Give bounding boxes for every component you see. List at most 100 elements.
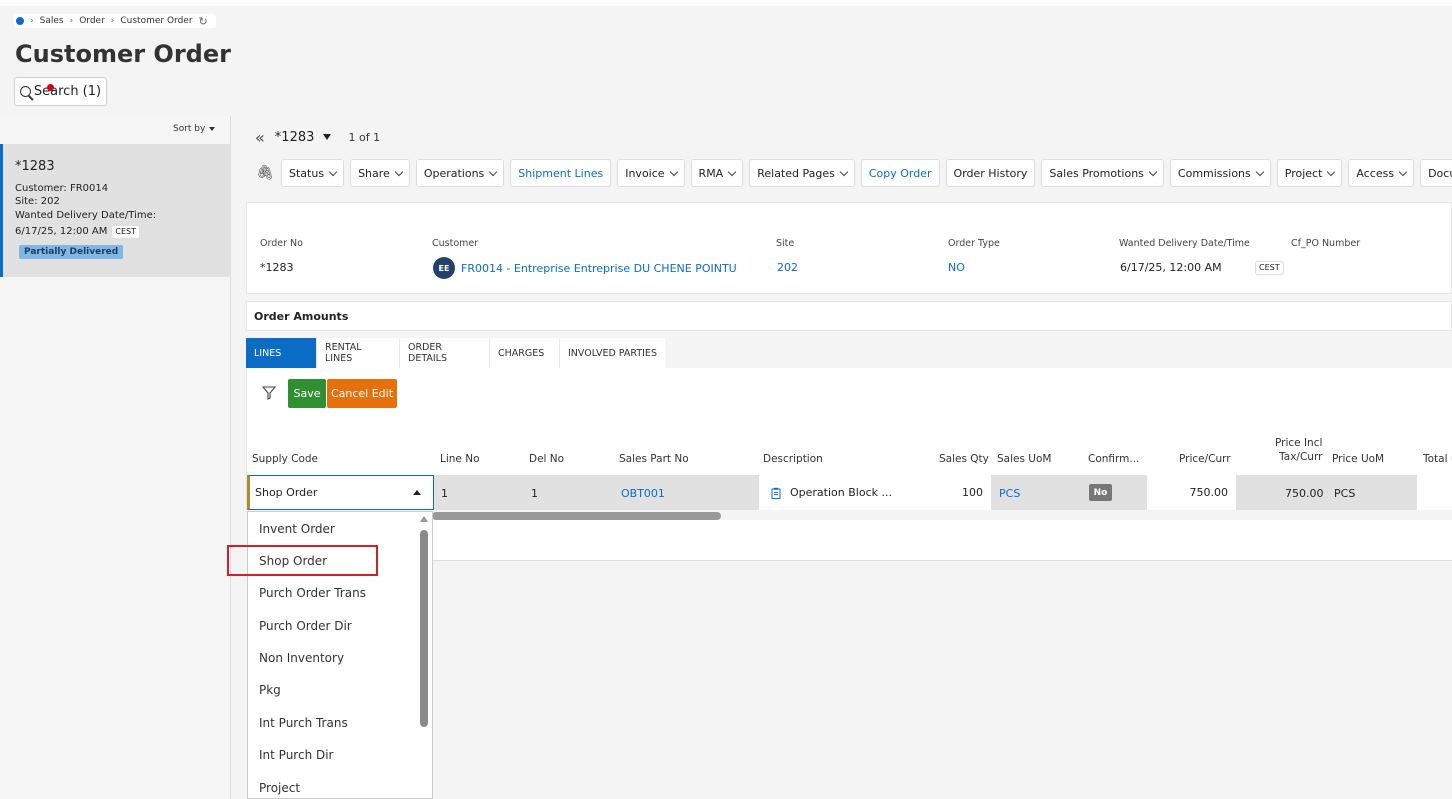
search-button[interactable]: Search (1) xyxy=(14,77,107,106)
toolbar-button-shipment-lines[interactable]: Shipment Lines xyxy=(510,159,612,187)
description-value: Operation Block ... xyxy=(790,486,892,499)
tab-order-details[interactable]: ORDER DETAILS xyxy=(400,338,490,368)
horizontal-scrollbar[interactable] xyxy=(432,512,721,520)
del-no-cell: 1 xyxy=(531,487,538,500)
column-header-total[interactable]: Total ( xyxy=(1423,453,1452,465)
dropdown-scrollbar[interactable] xyxy=(420,530,428,727)
tab-lines[interactable]: LINES xyxy=(246,338,317,368)
top-strip xyxy=(0,0,1452,6)
tab-charges[interactable]: CHARGES xyxy=(490,338,560,368)
order-no-label: Order No xyxy=(260,238,303,249)
refresh-icon[interactable]: ↻ xyxy=(199,15,208,28)
order-type-label: Order Type xyxy=(948,238,1000,249)
toolbar-button-label: Project xyxy=(1284,166,1323,180)
save-button[interactable]: Save xyxy=(288,379,326,408)
column-header-sales-part-no[interactable]: Sales Part No xyxy=(619,453,689,465)
dropdown-option-project[interactable]: Project xyxy=(259,781,300,795)
customer-link[interactable]: FR0014 - Entreprise Entreprise DU CHENE … xyxy=(461,262,737,275)
column-header-confirmed[interactable]: Confirm... xyxy=(1088,453,1139,465)
command-toolbar: 🖇 Status Share Operations Shipment Lines Inv… xyxy=(255,159,1452,187)
toolbar-button-label: Access xyxy=(1356,166,1395,180)
order-header-card xyxy=(246,202,1452,294)
toolbar-button-copy-order[interactable]: Copy Order xyxy=(860,159,940,187)
toolbar-button-label: Copy Order xyxy=(868,166,932,180)
caret-up-icon[interactable] xyxy=(413,490,421,495)
order-amounts-section[interactable]: Order Amounts xyxy=(246,301,1452,331)
description-cell[interactable]: Operation Block ... xyxy=(758,475,901,510)
toolbar-button-share[interactable]: Share xyxy=(350,159,410,187)
scroll-up-icon[interactable] xyxy=(420,516,428,522)
breadcrumb-item-customer-order: Customer Order xyxy=(120,16,193,26)
tab-involved-parties[interactable]: INVOLVED PARTIES xyxy=(560,338,665,368)
toolbar-button-label: Related Pages xyxy=(757,166,835,180)
toolbar-button-status[interactable]: Status xyxy=(281,159,345,187)
dropdown-option-int-purch-dir[interactable]: Int Purch Dir xyxy=(259,748,334,762)
dropdown-option-int-purch-trans[interactable]: Int Purch Trans xyxy=(259,716,348,730)
active-filter-indicator xyxy=(47,84,54,91)
customer-label: Customer xyxy=(432,238,479,249)
supply-code-value: Shop Order xyxy=(255,486,318,499)
chevron-right-icon: › xyxy=(69,16,74,26)
site-link[interactable]: 202 xyxy=(777,261,798,274)
dropdown-option-non-inventory[interactable]: Non Inventory xyxy=(259,651,344,665)
supply-code-select[interactable]: Shop Order xyxy=(247,475,434,510)
chevron-down-icon xyxy=(1255,167,1265,176)
toolbar-button-order-history[interactable]: Order History xyxy=(945,159,1036,187)
caret-down-icon xyxy=(209,127,216,131)
dropdown-option-pkg[interactable]: Pkg xyxy=(259,683,281,697)
tab-bar: LINES RENTAL LINES ORDER DETAILS CHARGES… xyxy=(246,338,1452,368)
sales-qty-cell[interactable]: 100 xyxy=(901,475,991,510)
toolbar-button-label: Status xyxy=(289,166,325,180)
tab-rental-lines[interactable]: RENTAL LINES xyxy=(317,338,400,368)
toolbar-button-invoice[interactable]: Invoice xyxy=(617,159,685,187)
delivery-value: 6/17/25, 12:00 AM xyxy=(1120,261,1222,274)
column-header-price-uom[interactable]: Price UoM xyxy=(1332,453,1384,465)
breadcrumb-item-sales[interactable]: Sales xyxy=(40,16,64,26)
column-header-sales-qty[interactable]: Sales Qty xyxy=(939,453,989,465)
column-header-supply-code[interactable]: Supply Code xyxy=(252,453,318,465)
chevron-down-icon xyxy=(727,167,737,176)
record-selector[interactable]: *1283 xyxy=(275,130,331,145)
customer-field: EE FR0014 - Entreprise Entreprise DU CHE… xyxy=(433,257,737,279)
price-curr-cell[interactable]: 750.00 xyxy=(1147,475,1236,510)
column-header-price-curr[interactable]: Price/Curr xyxy=(1179,453,1231,465)
toolbar-button-project[interactable]: Project xyxy=(1276,159,1343,187)
column-header-line-no[interactable]: Line No xyxy=(440,453,480,465)
toolbar-button-docume[interactable]: Docume xyxy=(1420,159,1452,187)
cancel-edit-button[interactable]: Cancel Edit xyxy=(327,379,397,408)
dropdown-option-purch-order-trans[interactable]: Purch Order Trans xyxy=(259,586,366,600)
column-header-price-incl-tax[interactable]: Price Incl Tax/Curr xyxy=(1275,437,1322,463)
sort-by-button[interactable]: Sort by xyxy=(173,124,216,134)
toolbar-button-rma[interactable]: RMA xyxy=(690,159,744,187)
toolbar-button-related-pages[interactable]: Related Pages xyxy=(749,159,855,187)
chevron-down-icon xyxy=(394,167,404,176)
dropdown-option-purch-order-dir[interactable]: Purch Order Dir xyxy=(259,619,352,633)
collapse-panel-icon[interactable]: « xyxy=(255,128,265,147)
page-title: Customer Order xyxy=(15,40,231,68)
record-card-delivery-value: 6/17/25, 12:00 AM xyxy=(15,226,108,237)
home-icon[interactable] xyxy=(16,17,24,25)
order-no-value: *1283 xyxy=(260,261,294,274)
record-navigator: « *1283 1 of 1 xyxy=(255,127,380,147)
order-type-link[interactable]: NO xyxy=(948,261,965,274)
sales-part-no-link[interactable]: OBT001 xyxy=(621,487,665,500)
attachment-icon[interactable]: 🖇 xyxy=(255,165,275,181)
caret-down-icon xyxy=(322,134,331,140)
column-header-del-no[interactable]: Del No xyxy=(529,453,564,465)
search-button-label: Search (1) xyxy=(33,84,102,99)
record-card-customer: Customer: FR0014 xyxy=(15,183,109,194)
chevron-down-icon xyxy=(328,167,338,176)
toolbar-button-access[interactable]: Access xyxy=(1348,159,1415,187)
filter-icon[interactable] xyxy=(262,386,276,400)
dropdown-option-invent-order[interactable]: Invent Order xyxy=(259,522,335,536)
toolbar-button-operations[interactable]: Operations xyxy=(415,159,505,187)
total-cell[interactable] xyxy=(1417,475,1452,510)
price-uom-cell: PCS xyxy=(1334,487,1356,500)
breadcrumb-item-order[interactable]: Order xyxy=(79,16,105,26)
toolbar-button-sales-promotions[interactable]: Sales Promotions xyxy=(1041,159,1164,187)
column-header-description[interactable]: Description xyxy=(763,453,823,465)
toolbar-button-commissions[interactable]: Commissions xyxy=(1169,159,1271,187)
record-card-id: *1283 xyxy=(15,159,55,174)
sales-uom-link[interactable]: PCS xyxy=(999,487,1020,500)
column-header-sales-uom[interactable]: Sales UoM xyxy=(997,453,1051,465)
